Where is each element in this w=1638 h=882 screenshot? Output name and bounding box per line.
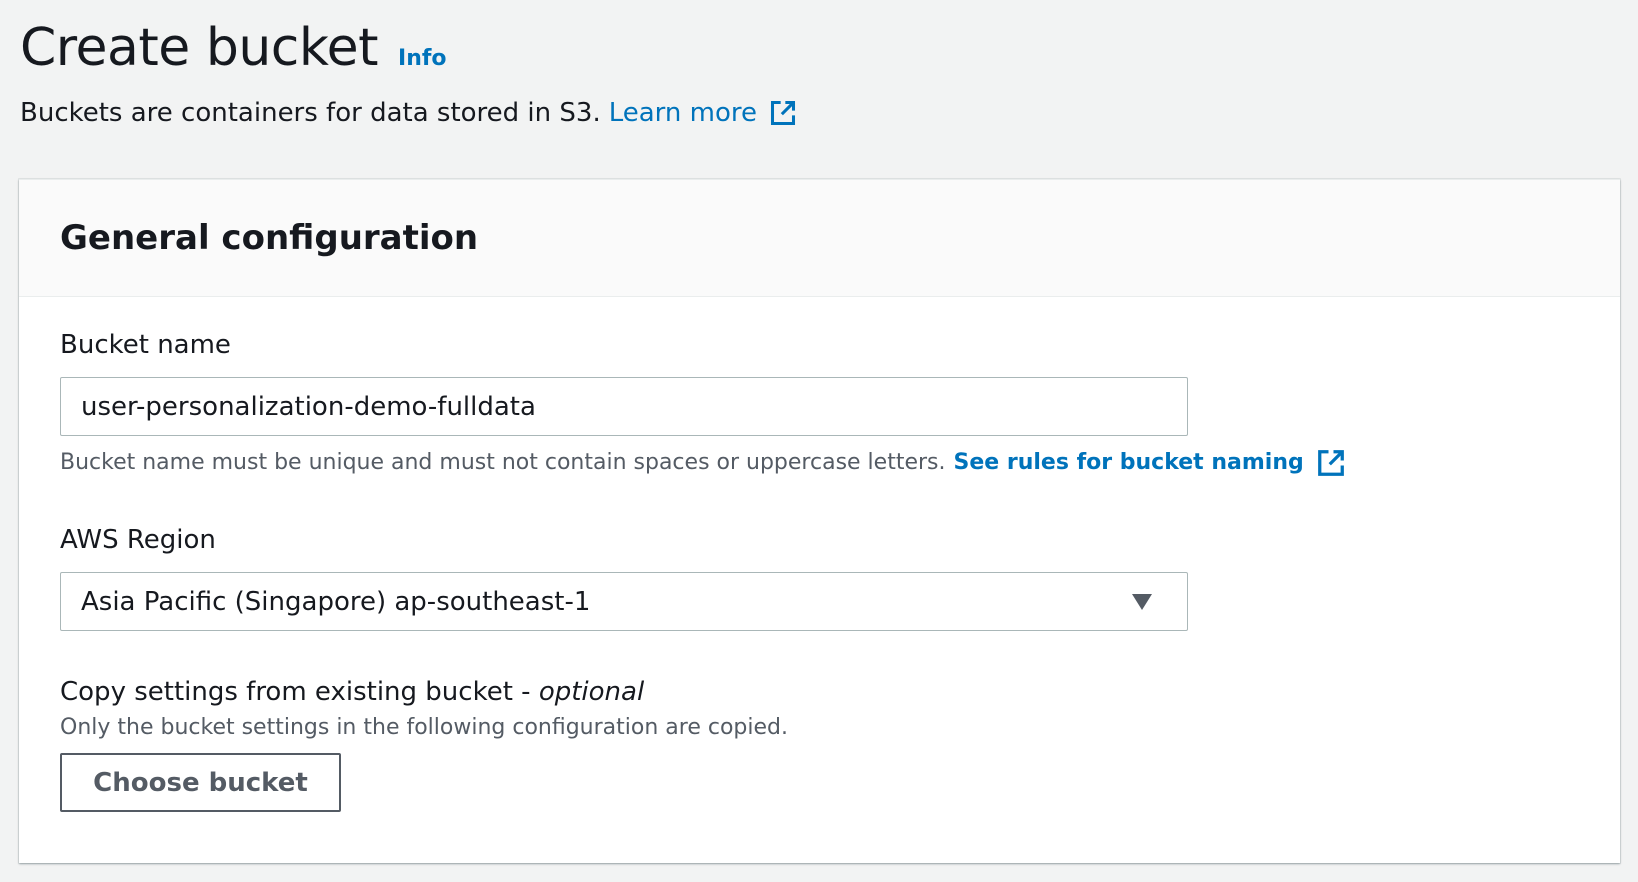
learn-more-link[interactable]: Learn more	[609, 96, 797, 130]
rules-link-label: See rules for bucket naming	[953, 450, 1304, 475]
page-title: Create bucket	[20, 18, 379, 78]
page-description-text: Buckets are containers for data stored i…	[20, 98, 601, 128]
aws-region-select[interactable]: Asia Pacific (Singapore) ap-southeast-1	[60, 572, 1188, 631]
bucket-naming-rules-link[interactable]: See rules for bucket naming	[954, 448, 1346, 478]
copy-settings-field: Copy settings from existing bucket - opt…	[60, 675, 1620, 812]
aws-region-field: AWS Region Asia Pacific (Singapore) ap-s…	[60, 522, 1620, 631]
bucket-name-input[interactable]	[60, 377, 1188, 436]
external-link-icon	[770, 100, 796, 126]
page-description: Buckets are containers for data stored i…	[20, 96, 1618, 130]
bucket-name-field: Bucket name Bucket name must be unique a…	[60, 327, 1620, 478]
copy-settings-description: Only the bucket settings in the followin…	[60, 715, 788, 740]
copy-settings-label-text: Copy settings from existing bucket -	[60, 677, 539, 707]
external-link-icon	[1317, 450, 1344, 476]
panel-title: General configuration	[60, 218, 479, 258]
aws-region-selected-value: Asia Pacific (Singapore) ap-southeast-1	[81, 586, 591, 617]
learn-more-label: Learn more	[608, 98, 757, 128]
optional-tag: optional	[538, 677, 645, 707]
choose-bucket-button[interactable]: Choose bucket	[60, 753, 341, 812]
panel-body: Bucket name Bucket name must be unique a…	[19, 297, 1620, 812]
copy-settings-label: Copy settings from existing bucket - opt…	[60, 675, 1620, 709]
bucket-name-label: Bucket name	[60, 330, 231, 360]
info-link[interactable]: Info	[398, 46, 447, 71]
panel-header: General configuration	[19, 180, 1620, 297]
general-configuration-panel: General configuration Bucket name Bucket…	[19, 179, 1620, 863]
caret-down-icon	[1132, 593, 1152, 610]
bucket-name-constraint: Bucket name must be unique and must not …	[60, 448, 1620, 478]
constraint-text: Bucket name must be unique and must not …	[60, 450, 946, 475]
aws-region-label: AWS Region	[60, 525, 216, 555]
page-header: Create bucket Info Buckets are container…	[20, 14, 1618, 130]
title-row: Create bucket Info	[20, 14, 1618, 82]
